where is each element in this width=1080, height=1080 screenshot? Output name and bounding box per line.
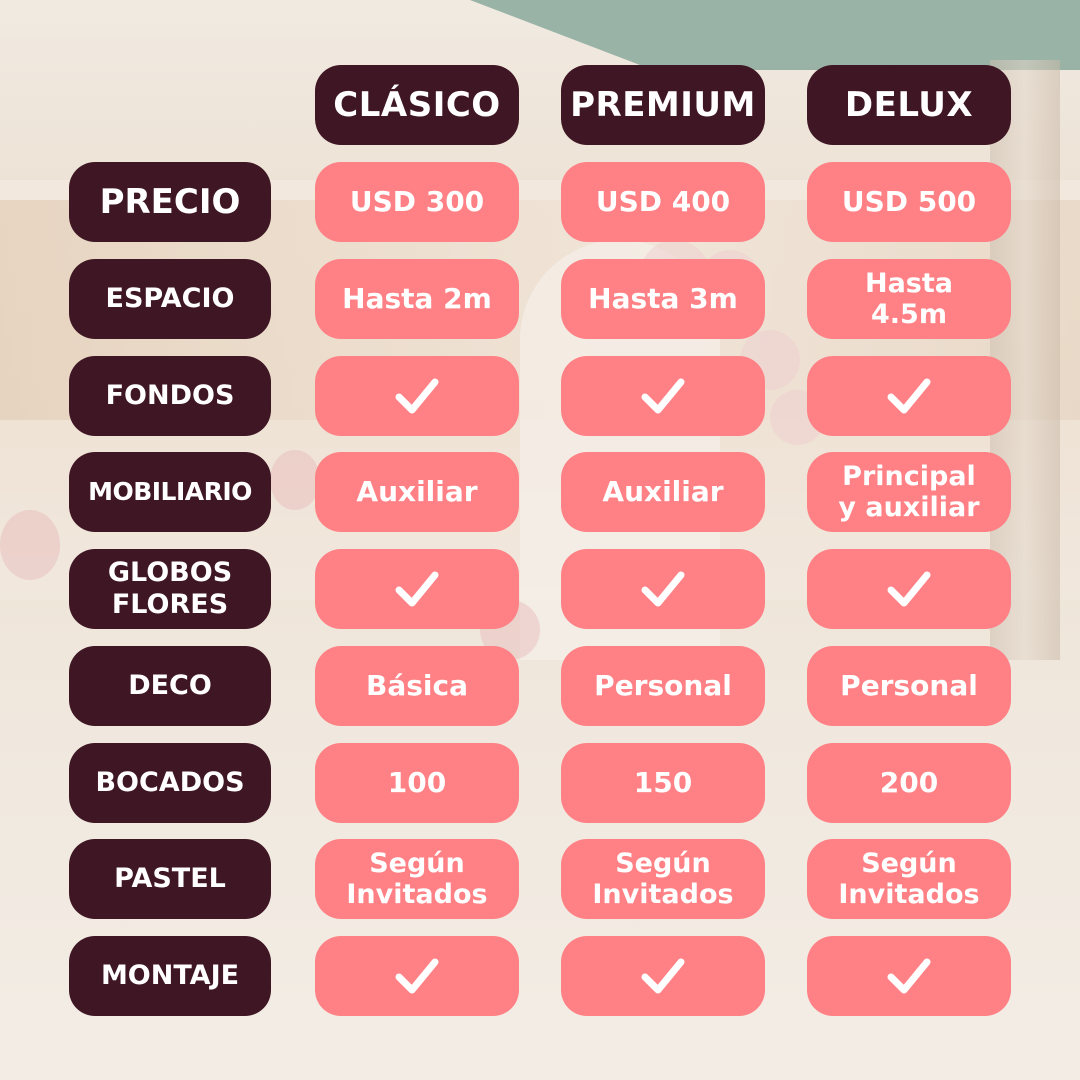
cell-precio-2: USD 500	[807, 162, 1011, 242]
row-label-text: MONTAJE	[100, 960, 240, 991]
check-icon	[641, 958, 685, 994]
cell-espacio-2: Hasta 4.5m	[807, 259, 1011, 339]
cell-value: USD 500	[841, 185, 977, 218]
cell-bocados-0: 100	[315, 743, 519, 823]
cell-deco-2: Personal	[807, 646, 1011, 726]
cell-value: USD 400	[595, 185, 731, 218]
cell-espacio-1: Hasta 3m	[561, 259, 765, 339]
cell-globos-0	[315, 549, 519, 629]
row-label-text: FONDOS	[105, 380, 235, 411]
row-label-text: GLOBOS FLORES	[107, 557, 233, 620]
row-label-text: ESPACIO	[105, 283, 235, 314]
cell-fondos-0	[315, 356, 519, 436]
cell-value: 200	[879, 766, 939, 799]
cell-value: 150	[633, 766, 693, 799]
flower	[0, 510, 60, 580]
plan-header-1: PREMIUM	[561, 65, 765, 145]
row-label-espacio: ESPACIO	[69, 259, 271, 339]
cell-pastel-0: Según Invitados	[315, 839, 519, 919]
check-icon	[641, 378, 685, 414]
cell-value: Principal y auxiliar	[838, 461, 980, 523]
cell-value: Según Invitados	[838, 848, 980, 910]
check-icon	[395, 958, 439, 994]
cell-mobiliario-0: Auxiliar	[315, 452, 519, 532]
cell-deco-1: Personal	[561, 646, 765, 726]
cell-fondos-2	[807, 356, 1011, 436]
row-label-deco: DECO	[69, 646, 271, 726]
cell-precio-1: USD 400	[561, 162, 765, 242]
cell-fondos-1	[561, 356, 765, 436]
cell-bocados-2: 200	[807, 743, 1011, 823]
check-icon	[887, 958, 931, 994]
cell-pastel-1: Según Invitados	[561, 839, 765, 919]
plan-header-2: DELUX	[807, 65, 1011, 145]
cell-value: Auxiliar	[602, 475, 724, 508]
row-label-mobiliario: MOBILIARIO	[69, 452, 271, 532]
cell-globos-2	[807, 549, 1011, 629]
check-icon	[641, 571, 685, 607]
row-label-precio: PRECIO	[69, 162, 271, 242]
row-label-bocados: BOCADOS	[69, 743, 271, 823]
cell-montaje-2	[807, 936, 1011, 1016]
cell-montaje-1	[561, 936, 765, 1016]
flower	[270, 450, 320, 510]
plan-header-0: CLÁSICO	[315, 65, 519, 145]
cell-mobiliario-1: Auxiliar	[561, 452, 765, 532]
cell-value: Según Invitados	[592, 848, 734, 910]
row-label-pastel: PASTEL	[69, 839, 271, 919]
cell-globos-1	[561, 549, 765, 629]
cell-value: Auxiliar	[356, 475, 478, 508]
cell-mobiliario-2: Principal y auxiliar	[807, 452, 1011, 532]
cell-value: Hasta 3m	[588, 282, 738, 315]
cell-montaje-0	[315, 936, 519, 1016]
row-label-montaje: MONTAJE	[69, 936, 271, 1016]
row-label-text: PRECIO	[99, 182, 241, 222]
cell-pastel-2: Según Invitados	[807, 839, 1011, 919]
row-label-globos: GLOBOS FLORES	[69, 549, 271, 629]
row-label-text: DECO	[128, 670, 212, 701]
cell-value: Básica	[366, 669, 468, 702]
cell-precio-0: USD 300	[315, 162, 519, 242]
cell-value: Personal	[840, 669, 978, 702]
cell-value: 100	[387, 766, 447, 799]
check-icon	[887, 378, 931, 414]
cell-value: USD 300	[349, 185, 485, 218]
row-label-text: MOBILIARIO	[88, 477, 252, 506]
cell-value: Personal	[594, 669, 732, 702]
row-label-text: BOCADOS	[95, 767, 245, 798]
check-icon	[887, 571, 931, 607]
check-icon	[395, 571, 439, 607]
check-icon	[395, 378, 439, 414]
cell-deco-0: Básica	[315, 646, 519, 726]
row-label-text: PASTEL	[114, 863, 226, 894]
cell-espacio-0: Hasta 2m	[315, 259, 519, 339]
cell-value: Hasta 4.5m	[864, 268, 953, 330]
cell-value: Hasta 2m	[342, 282, 492, 315]
cell-value: Según Invitados	[346, 848, 488, 910]
cell-bocados-1: 150	[561, 743, 765, 823]
row-label-fondos: FONDOS	[69, 356, 271, 436]
